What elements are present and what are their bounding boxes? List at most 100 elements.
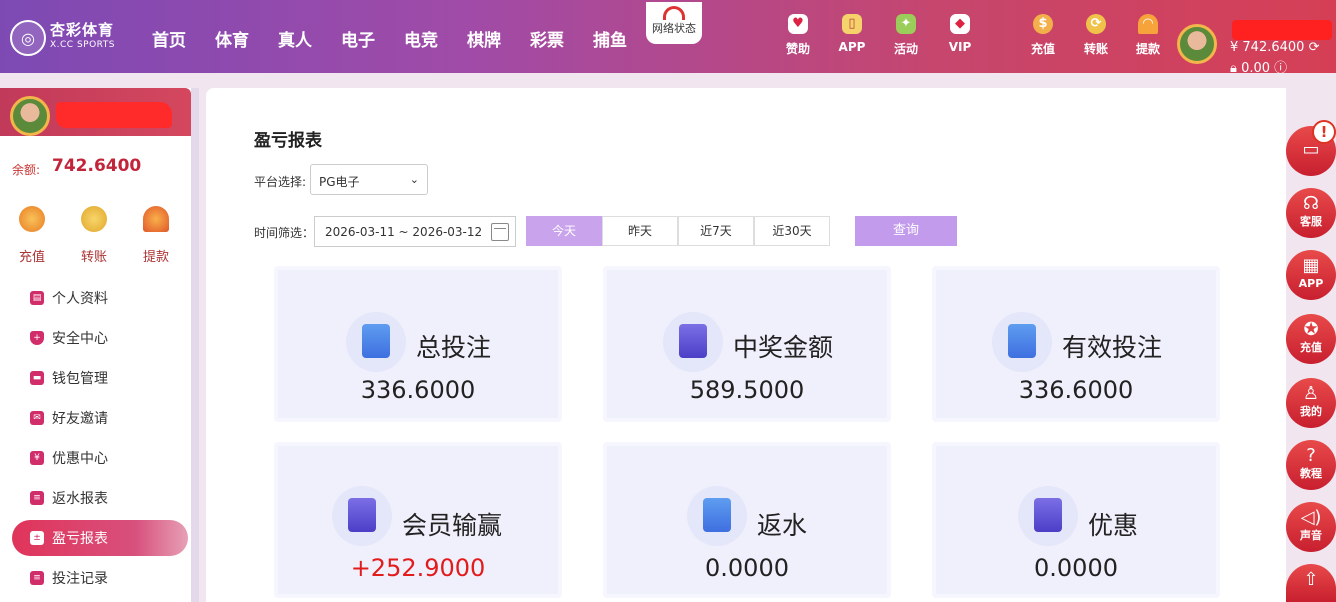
money-bag-icon: $ [1033, 14, 1053, 34]
sidebar-item-invite[interactable]: ✉ 好友邀请 [12, 400, 188, 436]
stat-title: 返水 [757, 511, 808, 540]
wifi-signal-icon [663, 6, 685, 20]
network-status-button[interactable]: 网络状态 [646, 2, 702, 44]
stat-value: +252.9000 [350, 554, 486, 582]
top-sponsor-button[interactable]: ♥ 赞助 [776, 14, 820, 57]
brand-en: X.CC SPORTS [50, 40, 115, 50]
logo-icon[interactable]: ◎ [10, 20, 46, 56]
top-app-label: APP [838, 40, 866, 54]
top-transfer-button[interactable]: ⟳ 转账 [1074, 14, 1118, 57]
float-app-label: APP [1298, 277, 1324, 290]
query-button[interactable]: 查询 [855, 216, 957, 246]
stat-title: 有效投注 [1062, 333, 1163, 362]
shield-icon: + [30, 331, 44, 345]
float-service-button[interactable]: ☊ 客服 [1286, 188, 1336, 238]
nav-slots[interactable]: 电子 [341, 26, 375, 51]
refresh-icon[interactable]: ⟳ [1309, 40, 1320, 55]
sidebar-transfer-button[interactable]: 转账 [72, 206, 116, 265]
document-icon [346, 312, 406, 372]
nav-fishing[interactable]: 捕鱼 [593, 26, 627, 51]
top-withdraw-button[interactable]: ◠ 提款 [1126, 14, 1170, 57]
header-locked-value: 0.00 [1241, 61, 1271, 76]
range-30days-button[interactable]: 近30天 [754, 216, 830, 246]
scroll-top-button[interactable]: ⇧ [1286, 564, 1336, 602]
range-7days-button[interactable]: 近7天 [678, 216, 754, 246]
lock-icon: 🔒︎ [1230, 61, 1237, 76]
range-today-button[interactable]: 今天 [526, 216, 602, 246]
fan-icon [143, 206, 169, 232]
balance-label: 余额: [12, 163, 41, 177]
top-withdraw-label: 提款 [1135, 42, 1160, 56]
stat-card-total-bet: 总投注 336.6000 [274, 266, 562, 422]
nav-home[interactable]: 首页 [152, 26, 186, 51]
sidebar-item-label: 钱包管理 [52, 371, 108, 387]
float-deposit-button[interactable]: ✪ 充值 [1286, 314, 1336, 364]
top-activity-label: 活动 [893, 42, 918, 56]
calendar-icon [491, 223, 509, 241]
top-deposit-button[interactable]: $ 充值 [1021, 14, 1065, 57]
dragon-icon [81, 206, 107, 232]
arrow-up-icon: ⇧ [1303, 569, 1319, 590]
sidebar-item-label: 盈亏报表 [52, 531, 108, 547]
sidebar-withdraw-button[interactable]: 提款 [134, 206, 178, 265]
id-card-icon: ▤ [30, 291, 44, 305]
user-avatar[interactable] [1177, 24, 1217, 64]
chevron-down-icon: ⌄ [409, 173, 419, 186]
float-mine-button[interactable]: ♙ 我的 [1286, 378, 1336, 428]
sidebar-avatar[interactable] [10, 96, 50, 136]
sidebar-item-bet-records[interactable]: ≡ 投注记录 [12, 560, 188, 596]
top-activity-button[interactable]: ✦ 活动 [884, 14, 928, 57]
sidebar-item-wallet[interactable]: ▬ 钱包管理 [12, 360, 188, 396]
brand-logo[interactable]: 杏彩体育 X.CC SPORTS [50, 22, 115, 51]
top-app-button[interactable]: ▯ APP [830, 14, 874, 54]
sidebar-item-promotions[interactable]: ¥ 优惠中心 [12, 440, 188, 476]
float-tutorial-button[interactable]: ? 教程 [1286, 440, 1336, 490]
sidebar-item-label: 好友邀请 [52, 411, 108, 427]
nav-chess[interactable]: 棋牌 [467, 26, 501, 51]
stat-card-member-win-loss: 会员输赢 +252.9000 [274, 442, 562, 598]
document-icon: ≡ [30, 491, 44, 505]
stat-title: 优惠 [1088, 511, 1139, 540]
top-transfer-label: 转账 [1083, 42, 1108, 56]
hand-coin-icon [1018, 486, 1078, 546]
time-filter-label: 时间筛选： [254, 226, 315, 240]
sidebar: 余额: 742.6400 充值 转账 提款 ▤ 个人资料 + 安全中心 ▬ 钱包管理 … [0, 88, 191, 602]
sidebar-deposit-button[interactable]: 充值 [10, 206, 54, 265]
sidebar-item-security[interactable]: + 安全中心 [12, 320, 188, 356]
date-range-picker[interactable]: 2026-03-11 ~ 2026-03-12 [314, 216, 516, 247]
sidebar-transfer-label: 转账 [80, 250, 107, 265]
sidebar-scrollbar[interactable] [191, 88, 199, 602]
range-yesterday-button[interactable]: 昨天 [602, 216, 678, 246]
ticket-icon: ¥ [30, 451, 44, 465]
envelope-icon: ✉ [30, 411, 44, 425]
nav-esports[interactable]: 电竞 [404, 26, 438, 51]
stat-value: 336.6000 [1018, 376, 1134, 404]
float-sound-button[interactable]: ◁) 声音 [1286, 502, 1336, 552]
sidebar-item-profit-report[interactable]: ± 盈亏报表 [12, 520, 188, 556]
platform-select[interactable]: PG电子 ⌄ [310, 164, 428, 195]
stat-card-bonus: 优惠 0.0000 [932, 442, 1220, 598]
sidebar-item-label: 安全中心 [52, 331, 108, 347]
nav-live[interactable]: 真人 [278, 26, 312, 51]
wallet-icon: ▬ [30, 371, 44, 385]
header-balance: ¥ 742.6400 ⟳ [1230, 40, 1319, 55]
sidebar-withdraw-label: 提款 [142, 250, 169, 265]
balance-value: 742.6400 [52, 156, 142, 176]
coin-icon: ✪ [1303, 319, 1319, 340]
header-balance-value: ¥ 742.6400 [1230, 40, 1305, 55]
platform-label: 平台选择: [254, 175, 307, 189]
sidebar-item-profile[interactable]: ▤ 个人资料 [12, 280, 188, 316]
help-icon[interactable]: ⓘ [1274, 61, 1287, 76]
nav-sports[interactable]: 体育 [215, 26, 249, 51]
sidebar-item-rebate-report[interactable]: ≡ 返水报表 [12, 480, 188, 516]
float-mine-label: 我的 [1300, 405, 1322, 418]
float-app-button[interactable]: ▦ APP [1286, 250, 1336, 300]
float-deposit-label: 充值 [1300, 341, 1322, 354]
nav-lottery[interactable]: 彩票 [530, 26, 564, 51]
top-vip-button[interactable]: ◆ VIP [938, 14, 982, 54]
dragon-icon: ⟳ [1086, 14, 1106, 34]
sidebar-deposit-label: 充值 [18, 250, 45, 265]
money-bag-icon [19, 206, 45, 232]
trophy-receipt-icon [663, 312, 723, 372]
brand-cn: 杏彩体育 [50, 21, 115, 39]
